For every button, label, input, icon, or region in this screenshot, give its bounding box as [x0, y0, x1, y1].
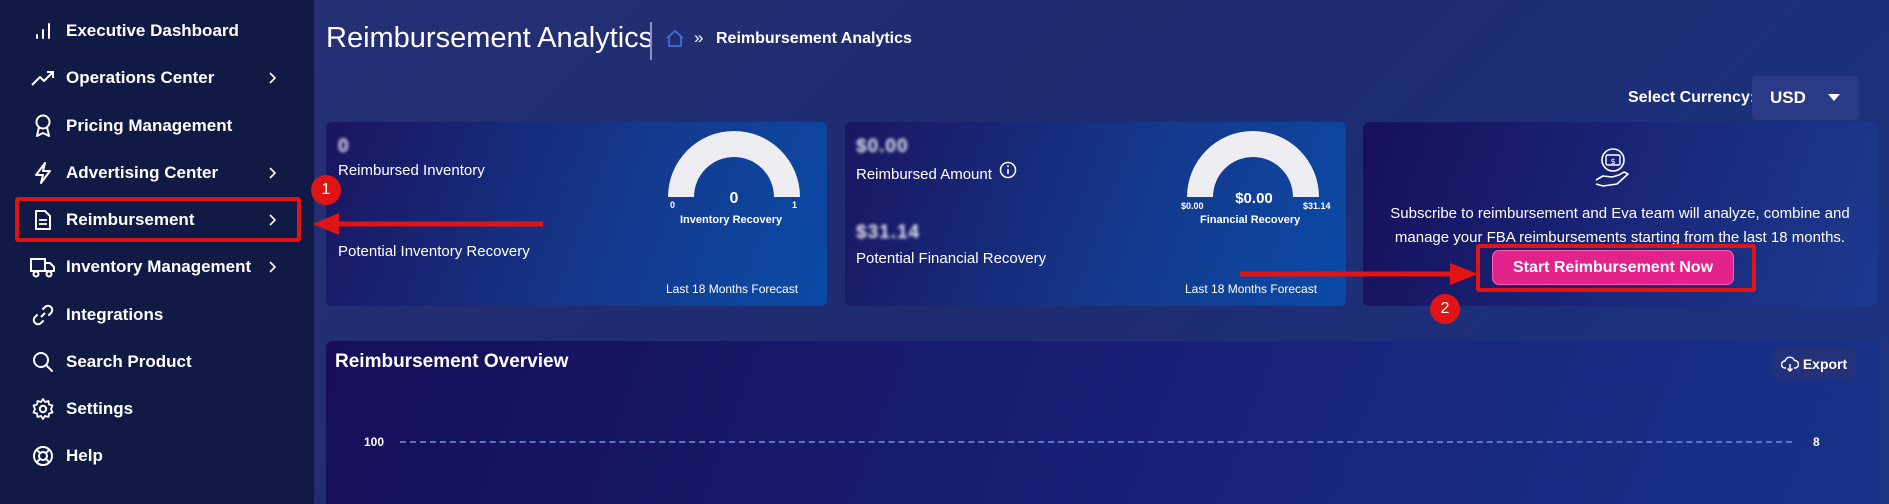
- annotation-badge-2: 2: [1430, 294, 1460, 324]
- bar-chart-icon: [30, 18, 56, 44]
- sidebar-item-label: Advertising Center: [66, 163, 219, 182]
- search-icon: [30, 349, 56, 375]
- svg-text:$: $: [1610, 157, 1615, 166]
- link-icon: [30, 302, 56, 328]
- sidebar-item-label: Settings: [66, 399, 134, 418]
- potential-inventory-label: Potential Inventory Recovery: [338, 243, 530, 260]
- lifebuoy-icon: [30, 443, 56, 469]
- overview-title: Reimbursement Overview: [335, 351, 569, 372]
- page-title: Reimbursement Analytics: [326, 22, 654, 54]
- home-icon[interactable]: [664, 27, 686, 49]
- breadcrumb-current: Reimbursement Analytics: [716, 30, 912, 47]
- reimbursed-inventory-value: 0: [338, 136, 350, 157]
- annotation-highlight-reimbursement: [15, 197, 301, 242]
- trending-up-icon: [30, 65, 56, 91]
- sidebar-item-executive-dashboard[interactable]: Executive Dashboard: [0, 8, 300, 54]
- sidebar-item-settings[interactable]: Settings: [0, 386, 300, 432]
- info-icon[interactable]: [999, 161, 1017, 179]
- potential-financial-label: Potential Financial Recovery: [856, 250, 1047, 267]
- financial-gauge-min: $0.00: [1181, 201, 1204, 211]
- reimbursed-amount-label: Reimbursed Amount: [856, 166, 992, 183]
- award-icon: [30, 113, 56, 139]
- financial-gauge-max: $31.14: [1303, 201, 1331, 211]
- truck-icon: [30, 254, 56, 280]
- lightning-icon: [30, 160, 56, 186]
- inventory-gauge-min: 0: [670, 200, 676, 210]
- sidebar-item-label: Executive Dashboard: [66, 21, 239, 40]
- annotation-arrow-right-icon: [1240, 263, 1478, 285]
- currency-value: USD: [1770, 88, 1806, 107]
- export-label: Export: [1802, 355, 1848, 372]
- annotation-highlight-start-button: [1476, 244, 1756, 292]
- potential-financial-value: $31.14: [856, 222, 921, 243]
- sidebar-item-label: Search Product: [66, 352, 192, 371]
- currency-select[interactable]: USD: [1752, 76, 1859, 120]
- money-hand-icon: $: [1595, 148, 1629, 187]
- sidebar: Executive Dashboard Operations Center Pr…: [0, 0, 314, 504]
- chevron-right-icon: [269, 261, 277, 273]
- gear-icon: [30, 396, 56, 422]
- currency-label: Select Currency:: [1628, 89, 1756, 106]
- sidebar-item-inventory-management[interactable]: Inventory Management: [0, 244, 300, 290]
- inventory-forecast: Last 18 Months Forecast: [666, 282, 799, 296]
- reimbursed-inventory-label: Reimbursed Inventory: [338, 162, 485, 179]
- cloud-download-icon: [1780, 356, 1799, 372]
- sidebar-item-integrations[interactable]: Integrations: [0, 292, 300, 338]
- sidebar-item-label: Help: [66, 446, 103, 465]
- breadcrumb-separator: »: [694, 28, 704, 47]
- sidebar-item-label: Inventory Management: [66, 257, 252, 276]
- inventory-gauge-label: Inventory Recovery: [680, 214, 783, 226]
- chevron-right-icon: [269, 72, 277, 84]
- y-axis-right-tick: 8: [1813, 435, 1820, 449]
- sidebar-item-label: Pricing Management: [66, 116, 233, 135]
- chart-gridline: [400, 441, 1792, 443]
- chevron-right-icon: [269, 167, 277, 179]
- export-button[interactable]: Export: [1773, 347, 1855, 380]
- title-divider: [650, 22, 652, 60]
- sidebar-item-search-product[interactable]: Search Product: [0, 339, 300, 385]
- sidebar-item-pricing-management[interactable]: Pricing Management: [0, 103, 300, 149]
- sidebar-item-advertising-center[interactable]: Advertising Center: [0, 150, 300, 196]
- caret-down-icon: [1828, 94, 1840, 101]
- inventory-gauge-value: 0: [729, 190, 739, 207]
- sidebar-item-help[interactable]: Help: [0, 433, 300, 479]
- financial-gauge-label: Financial Recovery: [1200, 214, 1301, 226]
- y-axis-left-tick: 100: [364, 435, 385, 449]
- reimbursed-amount-value: $0.00: [856, 136, 909, 157]
- inventory-gauge-max: 1: [792, 200, 798, 210]
- financial-gauge-value: $0.00: [1235, 190, 1273, 207]
- annotation-badge-1: 1: [311, 175, 341, 205]
- subscribe-description: Subscribe to reimbursement and Eva team …: [1390, 205, 1850, 246]
- annotation-arrow-left-icon: [313, 213, 543, 235]
- sidebar-item-operations-center[interactable]: Operations Center: [0, 55, 300, 101]
- sidebar-item-label: Integrations: [66, 305, 164, 324]
- sidebar-item-label: Operations Center: [66, 68, 215, 87]
